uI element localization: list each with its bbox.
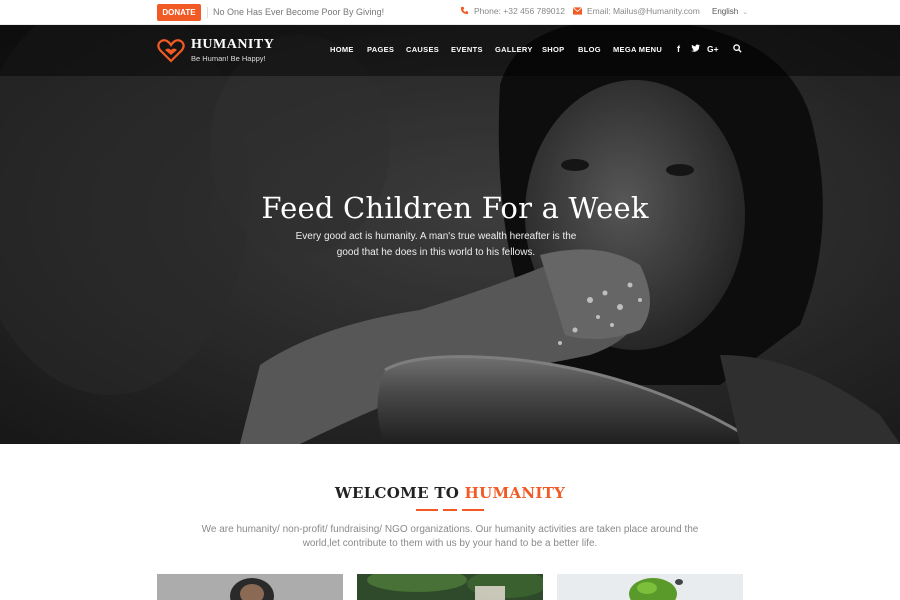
phone-contact: Phone: +32 456 789012 [460, 0, 565, 23]
section-separator [443, 509, 457, 511]
google-plus-icon[interactable]: G+ [707, 44, 719, 54]
section-separator [462, 509, 484, 511]
email-contact: Email: Mailus@Humanity.com [572, 0, 700, 23]
nav-item-gallery[interactable]: GALLERY [495, 45, 533, 54]
nav-item-pages[interactable]: PAGES [367, 45, 394, 54]
language-label: English [712, 7, 739, 16]
phone-icon [460, 1, 469, 23]
welcome-title-accent: HUMANITY [464, 484, 566, 502]
tagline: No One Has Ever Become Poor By Giving! [213, 7, 385, 17]
nav-item-blog[interactable]: BLOG [578, 45, 601, 54]
nav-item-shop[interactable]: SHOP [542, 45, 564, 54]
hero-slider: HUMANITY Be Human! Be Happy! HOME PAGES … [0, 25, 900, 444]
welcome-text: We are humanity/ non-profit/ fundraising… [201, 524, 699, 549]
search-icon[interactable] [733, 44, 742, 55]
top-bar: DONATE No One Has Ever Become Poor By Gi… [0, 0, 900, 25]
facebook-icon[interactable]: f [677, 44, 680, 54]
cause-thumbnail[interactable] [357, 574, 543, 600]
nav-item-home[interactable]: HOME [330, 45, 354, 54]
divider [207, 7, 208, 18]
twitter-icon[interactable] [691, 44, 700, 54]
section-separator [416, 509, 438, 511]
cause-thumbnail[interactable] [557, 574, 743, 600]
nav-item-mega-menu[interactable]: MEGA MENU [613, 45, 662, 54]
welcome-title: WELCOME TO HUMANITY [0, 484, 900, 502]
nav-item-events[interactable]: EVENTS [451, 45, 483, 54]
phone-text: Phone: +32 456 789012 [474, 6, 565, 16]
hero-title: Feed Children For a Week [261, 191, 649, 225]
envelope-icon [572, 1, 583, 23]
main-nav: HOME PAGES CAUSES EVENTS GALLERY SHOP BL… [0, 25, 900, 76]
chevron-down-icon: ⌄ [742, 9, 749, 16]
hero-text: Every good act is humanity. A man's true… [295, 231, 577, 258]
donate-button[interactable]: DONATE [157, 4, 201, 21]
email-text[interactable]: Email: Mailus@Humanity.com [587, 6, 700, 16]
cause-thumbnail[interactable] [157, 574, 343, 600]
nav-item-causes[interactable]: CAUSES [406, 45, 439, 54]
language-selector[interactable]: English ⌄ [712, 0, 748, 25]
welcome-title-prefix: WELCOME TO [334, 484, 465, 502]
